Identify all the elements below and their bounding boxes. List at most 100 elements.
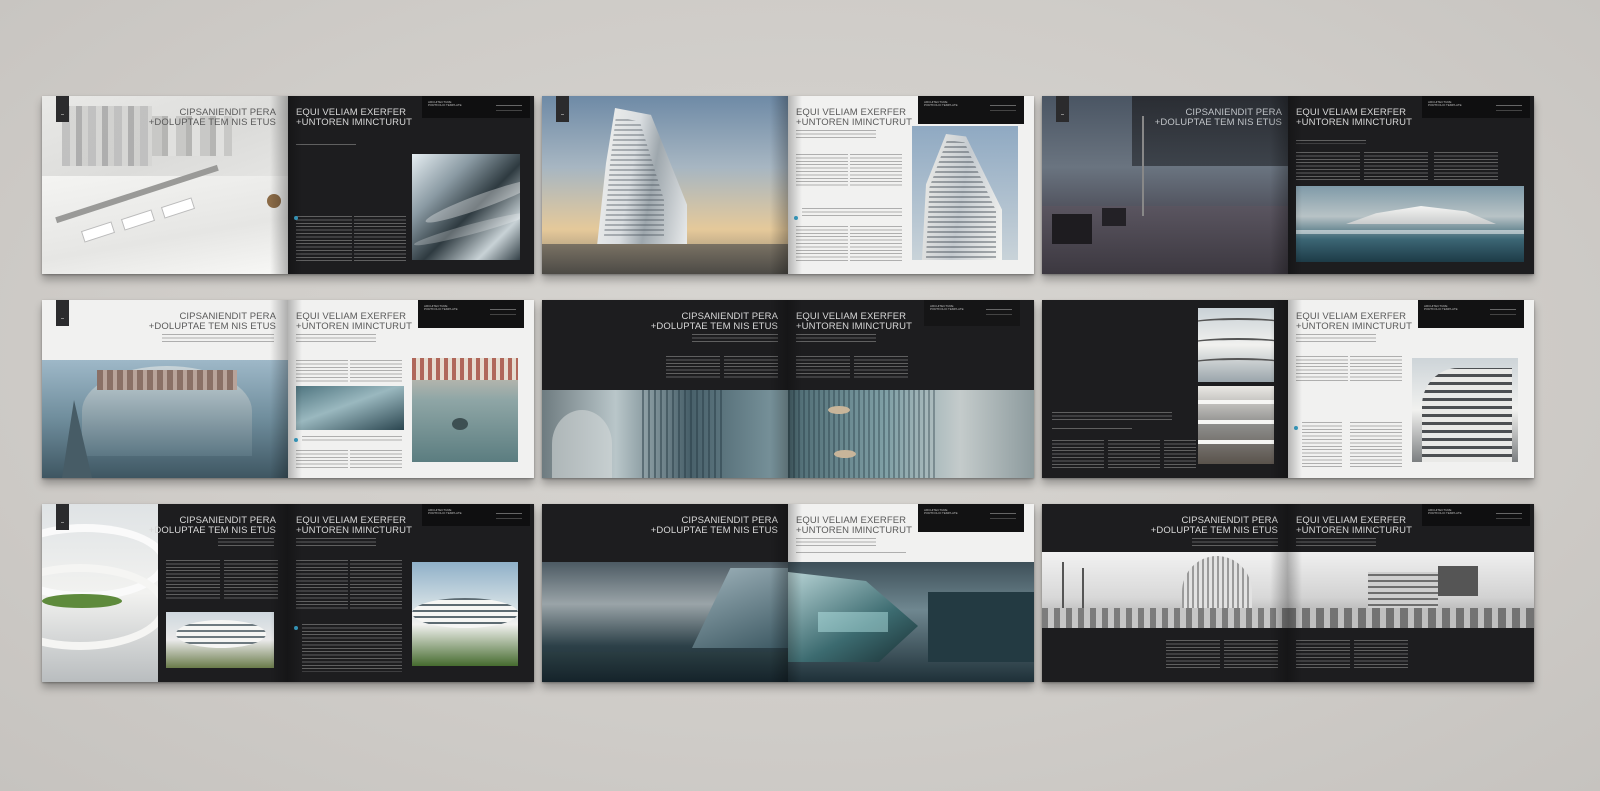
text-column	[1166, 640, 1220, 670]
brochure-spread-2: EQUI VELIAM EXERFER +UNTOREN IMINCTURUT …	[542, 96, 1034, 274]
brand-text: ARCHITECTURE PORTFOLIO TEMPLATE	[930, 304, 964, 312]
brand-box: ARCHITECTURE PORTFOLIO TEMPLATE	[1422, 96, 1530, 118]
brand-logo	[496, 513, 522, 519]
brand-box: ARCHITECTURE PORTFOLIO TEMPLATE	[918, 96, 1024, 124]
page-right: EQUI VELIAM EXERFER +UNTOREN IMINCTURUT …	[788, 96, 1034, 274]
page-left: CIPSANIENDIT PERA +DOLUPTAE TEM NIS ETUS	[1042, 96, 1288, 274]
brand-box: ARCHITECTURE PORTFOLIO TEMPLATE	[924, 300, 1020, 326]
landscape-curves-photo	[412, 562, 518, 666]
brand-box: ARCHITECTURE PORTFOLIO TEMPLATE	[418, 300, 524, 328]
brochure-spread-6: EQUI VELIAM EXERFER +UNTOREN IMINCTURUT …	[1042, 300, 1534, 478]
heading-line-2: +UNTOREN IMINCTURUT	[296, 116, 412, 128]
text-column	[666, 356, 720, 380]
text-column	[796, 154, 848, 188]
heading-line-2: +DOLUPTAE TEM NIS ETUS	[148, 524, 276, 536]
text-column	[1354, 640, 1408, 670]
brand-box: ARCHITECTURE PORTFOLIO TEMPLATE	[1422, 504, 1530, 526]
text-column	[796, 334, 876, 342]
text-column	[1052, 412, 1172, 420]
spread-heading-left: CIPSANIENDIT PERA +DOLUPTAE TEM NIS ETUS	[149, 516, 276, 535]
brochure-spread-9: CIPSANIENDIT PERA +DOLUPTAE TEM NIS ETUS…	[1042, 504, 1534, 682]
page-left: CIPSANIENDIT PERA +DOLUPTAE TEM NIS ETUS	[542, 504, 788, 682]
bullet-icon	[294, 626, 298, 630]
page-left: CIPSANIENDIT PERA +DOLUPTAE TEM NIS ETUS	[1042, 504, 1288, 682]
heading-line-2: +DOLUPTAE TEM NIS ETUS	[1154, 116, 1282, 128]
brand-logo	[990, 513, 1016, 519]
heading-line-2: +UNTOREN IMINCTURUT	[296, 320, 412, 332]
white-curves-photo	[42, 504, 158, 682]
heading-line-2: +DOLUPTAE TEM NIS ETUS	[1150, 524, 1278, 536]
text-column	[1296, 538, 1376, 546]
text-column	[218, 538, 274, 546]
heading-line-2: +DOLUPTAE TEM NIS ETUS	[148, 116, 276, 128]
curved-tower-photo	[542, 96, 788, 274]
text-column	[302, 624, 402, 672]
brand-logo	[1496, 105, 1522, 111]
page-tab	[56, 504, 69, 530]
twisted-facade-photo	[166, 612, 274, 668]
spread-heading-right: EQUI VELIAM EXERFER +UNTOREN IMINCTURUT	[796, 516, 912, 535]
text-column	[224, 560, 278, 600]
brochure-spread-8: CIPSANIENDIT PERA +DOLUPTAE TEM NIS ETUS…	[542, 504, 1034, 682]
page-tab	[1056, 96, 1069, 122]
text-column	[296, 334, 376, 342]
heading-line-2: +DOLUPTAE TEM NIS ETUS	[650, 524, 778, 536]
spread-heading-right: EQUI VELIAM EXERFER +UNTOREN IMINCTURUT	[1296, 312, 1412, 331]
heading-line-2: +DOLUPTAE TEM NIS ETUS	[650, 320, 778, 332]
text-column	[354, 216, 406, 262]
brand-logo	[496, 105, 522, 111]
text-column	[796, 356, 850, 380]
dome-interior-photo	[412, 358, 518, 462]
text-column	[296, 216, 352, 262]
text-column	[1164, 440, 1196, 468]
text-column	[1434, 152, 1498, 182]
brand-text: ARCHITECTURE PORTFOLIO TEMPLATE	[1428, 100, 1462, 108]
text-column	[692, 334, 778, 342]
page-right: EQUI VELIAM EXERFER +UNTOREN IMINCTURUT …	[788, 300, 1034, 478]
page-right: EQUI VELIAM EXERFER +UNTOREN IMINCTURUT …	[1288, 96, 1534, 274]
heading-line-2: +UNTOREN IMINCTURUT	[1296, 320, 1412, 332]
text-column	[296, 560, 348, 610]
curved-facade-photo	[412, 154, 520, 260]
text-column	[302, 436, 402, 442]
text-column	[1364, 152, 1428, 182]
text-column	[1350, 422, 1402, 468]
brochure-spread-7: CIPSANIENDIT PERA +DOLUPTAE TEM NIS ETUS…	[42, 504, 534, 682]
text-column	[296, 450, 348, 468]
page-left: CIPSANIENDIT PERA +DOLUPTAE TEM NIS ETUS	[542, 300, 788, 478]
text-column	[296, 144, 356, 147]
brand-text: ARCHITECTURE PORTFOLIO TEMPLATE	[428, 508, 462, 516]
bullet-icon	[294, 438, 298, 442]
brand-text: ARCHITECTURE PORTFOLIO TEMPLATE	[428, 100, 462, 108]
brand-box: ARCHITECTURE PORTFOLIO TEMPLATE	[918, 504, 1024, 532]
heading-line-2: +UNTOREN IMINCTURUT	[296, 524, 412, 536]
text-column	[1350, 356, 1402, 382]
brand-box: ARCHITECTURE PORTFOLIO TEMPLATE	[1418, 300, 1524, 328]
text-column	[850, 226, 902, 262]
text-column	[802, 208, 902, 216]
page-tab	[56, 300, 69, 326]
futuristic-building-photo-left	[542, 562, 788, 682]
spread-heading-right: EQUI VELIAM EXERFER +UNTOREN IMINCTURUT	[296, 516, 412, 535]
heading-line-2: +UNTOREN IMINCTURUT	[1296, 524, 1412, 536]
tower-detail-photo	[912, 126, 1018, 260]
page-left	[542, 96, 788, 274]
text-column	[796, 130, 876, 138]
spread-heading-right: EQUI VELIAM EXERFER +UNTOREN IMINCTURUT	[296, 108, 412, 127]
spread-heading-right: EQUI VELIAM EXERFER +UNTOREN IMINCTURUT	[796, 108, 912, 127]
page-right: EQUI VELIAM EXERFER +UNTOREN IMINCTURUT …	[288, 300, 534, 478]
spread-heading-right: EQUI VELIAM EXERFER +UNTOREN IMINCTURUT	[1296, 108, 1412, 127]
curved-balconies-photo-bottom	[1198, 386, 1274, 464]
sketch-panorama-right	[1288, 552, 1534, 628]
brochure-spread-5: CIPSANIENDIT PERA +DOLUPTAE TEM NIS ETUS…	[542, 300, 1034, 478]
page-right: EQUI VELIAM EXERFER +UNTOREN IMINCTURUT …	[1288, 300, 1534, 478]
spread-heading-left: CIPSANIENDIT PERA +DOLUPTAE TEM NIS ETUS	[651, 312, 778, 331]
page-left: CIPSANIENDIT PERA +DOLUPTAE TEM NIS ETUS	[42, 504, 288, 682]
page-right: EQUI VELIAM EXERFER +UNTOREN IMINCTURUT …	[288, 504, 534, 682]
text-column	[350, 360, 402, 382]
page-right: EQUI VELIAM EXERFER +UNTOREN IMINCTURUT …	[288, 96, 534, 274]
text-column	[1296, 152, 1360, 182]
text-column	[796, 226, 848, 262]
spread-heading-left: CIPSANIENDIT PERA +DOLUPTAE TEM NIS ETUS	[149, 312, 276, 331]
page-right: EQUI VELIAM EXERFER +UNTOREN IMINCTURUT …	[788, 504, 1034, 682]
